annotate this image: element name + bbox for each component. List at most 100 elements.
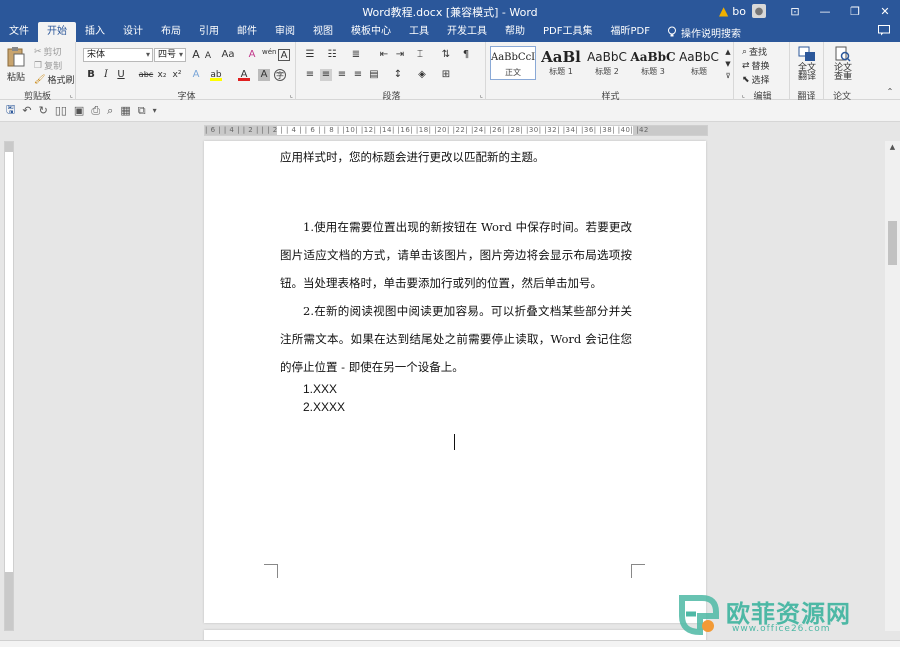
- tell-me-search[interactable]: 操作说明搜索: [659, 25, 741, 40]
- paragraph-launcher-icon[interactable]: ⌞: [480, 91, 483, 99]
- user-name[interactable]: bo: [732, 5, 746, 18]
- redo-icon[interactable]: ↻: [39, 104, 48, 117]
- read-mode-icon[interactable]: ▯▯: [55, 104, 67, 117]
- numbering-icon[interactable]: ☷: [326, 49, 338, 61]
- style-heading-2[interactable]: AaBbC 标题 2: [584, 46, 630, 80]
- print-layout-icon[interactable]: ▣: [74, 104, 84, 117]
- decrease-indent-icon[interactable]: ⇤: [378, 49, 390, 61]
- tab-references[interactable]: 引用: [190, 22, 228, 42]
- italic-button[interactable]: I: [100, 69, 112, 81]
- tab-tools[interactable]: 工具: [400, 22, 438, 42]
- undo-icon[interactable]: ↶: [22, 104, 31, 117]
- strikethrough-button[interactable]: abc: [138, 69, 154, 81]
- font-family-select[interactable]: 宋体: [83, 48, 153, 62]
- change-case-button[interactable]: Aa: [219, 49, 237, 61]
- select-button[interactable]: ⬉ 选择: [742, 73, 770, 87]
- align-right-icon[interactable]: ≡: [336, 69, 348, 81]
- chinese-layout-icon[interactable]: ⌶: [414, 49, 426, 61]
- clipboard-launcher-icon[interactable]: ⌞: [70, 91, 73, 99]
- tab-design[interactable]: 设计: [114, 22, 152, 42]
- doc-para-1[interactable]: 1.使用在需要位置出现的新按钮在 Word 中保存时间。若要更改图片适应文档的方…: [280, 213, 632, 297]
- restore-button[interactable]: ❐: [840, 0, 870, 22]
- tab-template-center[interactable]: 模板中心: [342, 22, 400, 42]
- underline-button[interactable]: U: [115, 69, 127, 81]
- grow-font-button[interactable]: A: [190, 49, 202, 61]
- doc-line-top[interactable]: 应用样式时，您的标题会进行更改以匹配新的主题。: [280, 143, 632, 171]
- borders-icon[interactable]: ⊞: [440, 69, 452, 81]
- find-button[interactable]: ⌕ 查找: [742, 45, 767, 59]
- scroll-thumb[interactable]: [888, 221, 897, 265]
- bold-button[interactable]: B: [85, 69, 97, 81]
- font-size-select[interactable]: 四号: [154, 48, 186, 62]
- vertical-ruler[interactable]: [4, 141, 14, 631]
- vertical-scrollbar[interactable]: ▲: [885, 141, 900, 631]
- list-item[interactable]: 2.XXXX: [303, 400, 345, 414]
- paste-button[interactable]: 粘贴: [6, 46, 26, 83]
- collapse-ribbon-icon[interactable]: ⌃: [884, 86, 896, 98]
- styles-more-icon[interactable]: ⊽: [722, 70, 734, 82]
- tab-home[interactable]: 开始: [38, 22, 76, 42]
- tab-pdf-tools[interactable]: PDF工具集: [534, 22, 601, 42]
- styles-scroll-down-icon[interactable]: ▼: [722, 58, 734, 70]
- doc-para-2[interactable]: 2.在新的阅读视图中阅读更加容易。可以折叠文档某些部分并关注所需文本。如果在达到…: [280, 297, 632, 381]
- warning-icon[interactable]: ▲: [719, 4, 728, 18]
- scroll-up-icon[interactable]: ▲: [887, 143, 898, 153]
- bullets-icon[interactable]: ☰: [304, 49, 316, 61]
- highlight-button[interactable]: ab: [210, 69, 222, 81]
- clear-formatting-button[interactable]: A: [246, 49, 258, 61]
- character-shading-button[interactable]: A: [258, 69, 270, 81]
- customize-qat-icon[interactable]: ▾: [153, 106, 157, 115]
- multilevel-list-icon[interactable]: ≣: [350, 49, 362, 61]
- ribbon-display-button[interactable]: ⊡: [780, 0, 810, 22]
- avatar[interactable]: ●: [752, 4, 766, 18]
- shrink-font-button[interactable]: A: [202, 50, 214, 62]
- increase-indent-icon[interactable]: ⇥: [394, 49, 406, 61]
- tab-mailings[interactable]: 邮件: [228, 22, 266, 42]
- styles-scroll-up-icon[interactable]: ▲: [722, 46, 734, 58]
- show-marks-icon[interactable]: ¶: [460, 49, 472, 61]
- phonetic-guide-button[interactable]: wén: [262, 46, 276, 58]
- tab-view[interactable]: 视图: [304, 22, 342, 42]
- format-painter-button[interactable]: 🖌 格式刷: [34, 73, 74, 87]
- list-item[interactable]: 1.XXX: [303, 382, 337, 396]
- superscript-button[interactable]: x²: [171, 69, 183, 81]
- document-page[interactable]: 应用样式时，您的标题会进行更改以匹配新的主题。 1.使用在需要位置出现的新按钮在…: [204, 141, 706, 623]
- shading-icon[interactable]: ◈: [416, 69, 428, 81]
- style-normal[interactable]: AaBbCcI 正文: [490, 46, 536, 80]
- tab-developer[interactable]: 开发工具: [438, 22, 496, 42]
- font-color-button[interactable]: A: [238, 69, 250, 81]
- align-left-icon[interactable]: ≡: [304, 69, 316, 81]
- tab-insert[interactable]: 插入: [76, 22, 114, 42]
- minimize-button[interactable]: —: [810, 0, 840, 22]
- tab-file[interactable]: 文件: [0, 22, 38, 42]
- sort-icon[interactable]: ⇅: [440, 49, 452, 61]
- font-launcher-icon[interactable]: ⌞: [290, 91, 293, 99]
- character-border-button[interactable]: A: [278, 49, 290, 61]
- tab-layout[interactable]: 布局: [152, 22, 190, 42]
- tab-review[interactable]: 审阅: [266, 22, 304, 42]
- style-heading-3[interactable]: AaBbC 标题 3: [630, 46, 676, 80]
- print-preview-icon[interactable]: ⎙: [91, 104, 100, 118]
- text-effects-button[interactable]: A: [190, 69, 202, 81]
- window-icon[interactable]: ⧉: [138, 104, 146, 118]
- full-translate-button[interactable]: 全文翻译: [794, 46, 820, 82]
- style-title[interactable]: AaBbC 标题: [676, 46, 722, 80]
- close-button[interactable]: ✕: [870, 0, 900, 22]
- copy-button[interactable]: ❐ 复制: [34, 59, 62, 73]
- zoom-icon[interactable]: ⌕: [107, 104, 113, 118]
- paper-check-button[interactable]: 论文查重: [830, 46, 856, 82]
- screenshot-icon[interactable]: ▦: [120, 104, 130, 117]
- enclose-characters-button[interactable]: 字: [274, 69, 286, 81]
- comment-icon[interactable]: [878, 25, 890, 36]
- replace-button[interactable]: ⇄ 替换: [742, 59, 770, 73]
- tab-help[interactable]: 帮助: [496, 22, 534, 42]
- save-icon[interactable]: 🖫: [6, 101, 15, 120]
- subscript-button[interactable]: x₂: [156, 69, 168, 81]
- distributed-icon[interactable]: ▤: [368, 69, 380, 81]
- line-spacing-icon[interactable]: ↕: [392, 69, 404, 81]
- horizontal-ruler[interactable]: | 6 | | 4 | | 2 | | | 2 | | 4 | | 6 | | …: [204, 125, 708, 136]
- align-center-icon[interactable]: ≡: [320, 69, 332, 81]
- cut-button[interactable]: ✂ 剪切: [34, 45, 62, 59]
- justify-icon[interactable]: ≡: [352, 69, 364, 81]
- style-heading-1[interactable]: AaBl 标题 1: [538, 46, 584, 80]
